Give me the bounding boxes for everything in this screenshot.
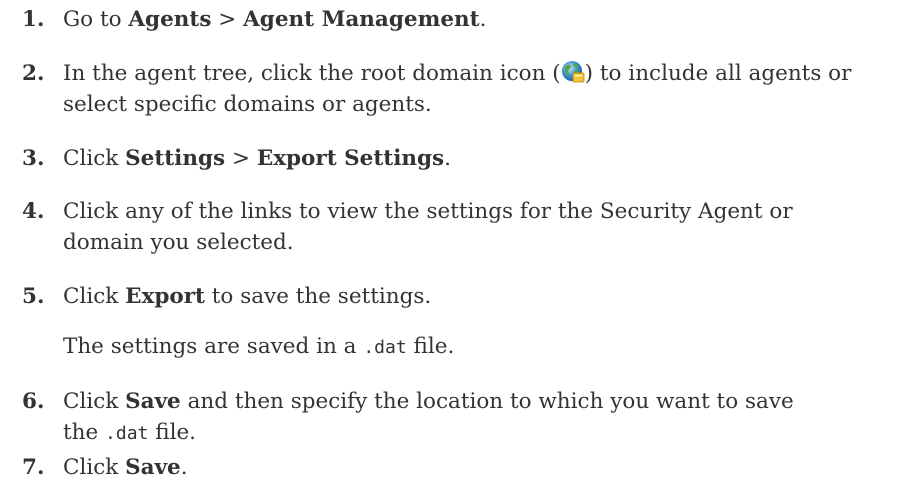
file-extension: .dat [363, 337, 407, 358]
step-number: 1. [22, 7, 45, 32]
step-text: Click Save and then specify the location… [63, 386, 913, 449]
button-save: Save [125, 455, 181, 480]
step-text: Click Export to save the settings. The s… [63, 281, 913, 363]
step-text-part: > [211, 7, 244, 32]
step-line: Click Export to save the settings. [63, 281, 913, 312]
step-number: 2. [22, 61, 45, 86]
step-text-part: Go to [63, 7, 129, 32]
procedure-steps: 1. Go to Agents > Agent Management. 2. I… [0, 0, 919, 487]
step-6: 6. Click Save and then specify the locat… [0, 386, 919, 448]
step-text: Go to Agents > Agent Management. [63, 4, 913, 35]
step-line: domain you selected. [63, 230, 294, 255]
menu-agents: Agents [128, 7, 212, 32]
step-5: 5. Click Export to save the settings. Th… [0, 281, 919, 361]
step-number: 5. [22, 284, 45, 309]
step-3: 3. Click Settings > Export Settings. [0, 143, 919, 174]
step-number: 7. [22, 455, 45, 480]
step-text-part: to save the settings. [204, 284, 432, 309]
button-export: Export [125, 284, 205, 309]
step-line: Click any of the links to view the setti… [63, 199, 793, 224]
step-text-part: the [63, 420, 106, 445]
step-number: 6. [22, 389, 45, 414]
step-text-part: > [225, 146, 257, 171]
step-text-part: In the agent tree, click the root domain… [63, 61, 561, 86]
step-text-part: . [180, 455, 188, 480]
step-text-part: Click [63, 284, 126, 309]
button-save: Save [125, 389, 181, 414]
step-line: Click Save and then specify the location… [63, 386, 913, 417]
menu-settings: Settings [125, 146, 226, 171]
step-text-part: . [444, 146, 451, 171]
step-1: 1. Go to Agents > Agent Management. [0, 4, 919, 35]
step-text-part: file. [148, 420, 197, 445]
step-text-part: The settings are saved in a [63, 334, 364, 359]
step-text-part: and then specify the location to which y… [180, 389, 794, 414]
step-text-part: Click [63, 146, 126, 171]
step-text: Click Save. [63, 452, 913, 483]
step-line: select specific domains or agents. [63, 92, 432, 117]
step-text-part: file. [406, 334, 455, 359]
step-text: In the agent tree, click the root domain… [63, 58, 913, 120]
step-text: Click any of the links to view the setti… [63, 196, 913, 258]
step-line: In the agent tree, click the root domain… [63, 58, 913, 89]
menu-agent-management: Agent Management [243, 7, 480, 32]
step-7: 7. Click Save. [0, 452, 919, 483]
step-text-part: ) to include all agents or [584, 61, 852, 86]
root-domain-globe-icon [561, 60, 585, 84]
step-text-part: Click [63, 389, 126, 414]
step-number: 4. [22, 199, 45, 224]
step-text: Click Settings > Export Settings. [63, 143, 913, 174]
step-line: the .dat file. [63, 417, 913, 449]
step-result: The settings are saved in a .dat file. [63, 331, 913, 363]
step-2: 2. In the agent tree, click the root dom… [0, 58, 919, 120]
step-4: 4. Click any of the links to view the se… [0, 196, 919, 258]
step-text-part: Click [63, 455, 126, 480]
menu-export-settings: Export Settings [256, 146, 445, 171]
file-extension: .dat [105, 423, 149, 444]
step-text-part: . [479, 7, 487, 32]
step-number: 3. [22, 146, 45, 171]
